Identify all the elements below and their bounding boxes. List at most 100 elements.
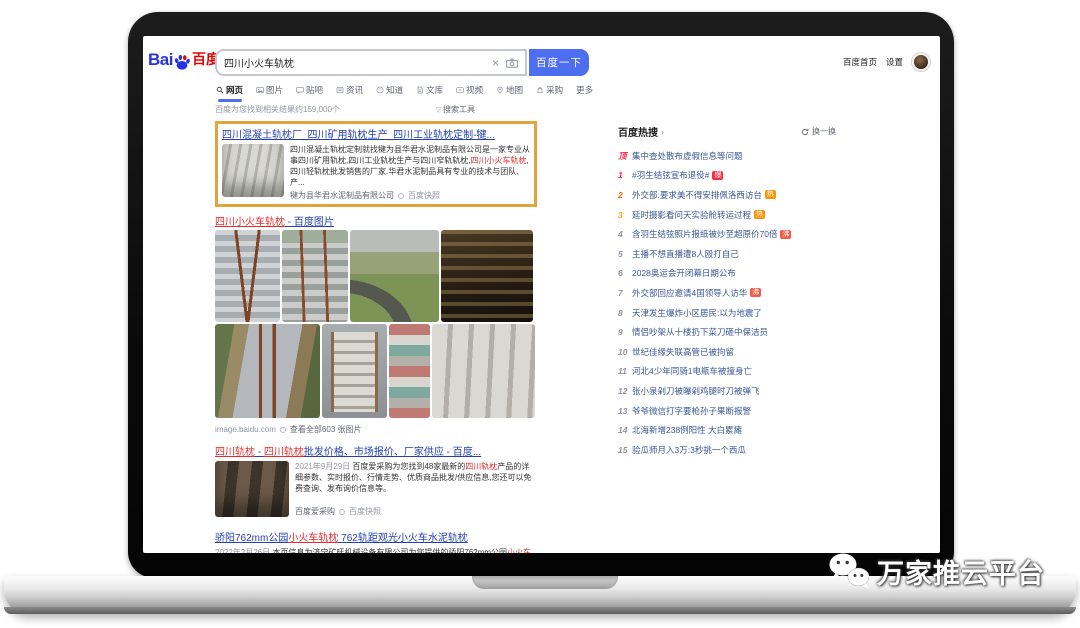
baidu-logo[interactable]: Bai 百度 [148,49,220,70]
watermark: 万家推云平台 [826,551,1045,591]
hot-label[interactable]: #羽生结弦宣布退役# [632,169,709,181]
result-item: 四川轨枕 - 四川轨枕批发价格、市场报价、厂家供应 - 百度... 2021年9… [215,443,537,517]
tab-map[interactable]: 地图 [496,84,523,96]
hot-search-item[interactable]: 1#羽生结弦宣布退役#爆 [618,166,836,186]
hot-search-item[interactable]: 15验瓜师月入3万:3秒挑一个西瓜 [618,440,836,460]
hot-rank: 4 [618,229,632,239]
camera-icon[interactable] [506,58,518,68]
hot-search-item[interactable]: 5主播不想直播遭8人殴打自己 [618,244,836,264]
hot-search-item[interactable]: 2外交部:要求美不得安排佩洛西访台热 [618,185,836,205]
tab-label: 知道 [386,84,403,96]
result-thumbnail[interactable] [215,461,289,517]
result-title[interactable]: 四川混凝土轨枕厂_四川矿用轨枕生产_四川工业轨枕定制-犍... [222,126,530,141]
tab-web[interactable]: 网页 [216,84,243,96]
hot-search-item[interactable]: 11河北4少年同骑1电瓶车被撞身亡 [618,362,836,382]
hot-label[interactable]: 河北4少年同骑1电瓶车被撞身亡 [632,365,752,377]
hot-search-title[interactable]: 百度热搜 [618,124,658,139]
tab-zhidao[interactable]: ? 知道 [376,84,403,96]
tab-tieba[interactable]: 贴吧 [296,84,323,96]
tab-news[interactable]: 资讯 [336,84,363,96]
image-thumbnail[interactable] [282,230,348,322]
hot-rank: 13 [618,406,632,416]
search-box[interactable]: × [215,49,527,76]
hot-search-item[interactable]: 9情侣吵架从十楼扔下菜刀砸中保洁员 [618,322,836,342]
tab-label: 图片 [266,84,283,96]
hot-label[interactable]: 外交部:要求美不得安排佩洛西访台 [632,189,762,201]
text-segment: 骄阳762mm公园 [215,533,288,544]
hot-search-item[interactable]: 12张小泉剁刀被曝剁鸡腿时刀被弹飞 [618,381,836,401]
hot-search-item[interactable]: 顶集中查处散布虚假信息等问题 [618,146,836,166]
text-segment: 四川小火车轨枕 [215,217,285,228]
hot-search-item[interactable]: 14北海新增238例阳性 大白累瘫 [618,420,836,440]
image-thumbnail[interactable] [350,230,439,322]
hot-rank: 7 [618,288,632,298]
text-segment: 四川轨枕 [465,462,497,471]
results-column: 四川混凝土轨枕厂_四川矿用轨枕生产_四川工业轨枕定制-犍... 四川混凝土轨枕定… [215,121,537,553]
filter-icon: ▽ [436,107,441,114]
refresh-button[interactable]: 换一换 [801,126,836,137]
result-description: 四川混凝土轨枕定制就找犍为县华君水泥制品有限公司是一家专业从事四川矿用轨枕,四川… [290,144,530,188]
tab-image[interactable]: 图片 [256,84,283,96]
clear-icon[interactable]: × [492,57,499,69]
tab-label: 网页 [226,84,243,96]
result-source[interactable]: 犍为县华君水泥制品有限公司 [290,190,394,201]
text-segment: 百度爱采购为您找到48家最新的 [352,462,465,471]
text-segment: 2022年2月26日 [215,548,272,553]
baidu-paw-icon [172,52,192,72]
image-section-title[interactable]: 四川小火车轨枕 - 百度图片 [215,213,537,228]
hot-label[interactable]: 2028奥运会开闭幕日期公布 [632,267,736,279]
hot-badge: 爆 [712,171,723,180]
hot-rank: 3 [618,210,632,220]
hot-search-item[interactable]: 8天津发生爆炸小区居民:以为地震了 [618,303,836,323]
hot-label[interactable]: 含羽生结弦照片报纸被炒至超原价70倍 [632,228,777,240]
image-grid-row [215,324,537,418]
snapshot-link[interactable]: 百度快照 [349,506,381,517]
image-thumbnail[interactable] [215,324,320,418]
tab-more[interactable]: 更多 [576,84,593,96]
scene: Bai 百度 × 百度一下 [0,0,1080,628]
search-input[interactable] [224,57,485,68]
hot-label[interactable]: 延时摄影看问天实验舱转运过程 [632,209,751,221]
view-all-images-link[interactable]: 查看全部603 张图片 [290,424,362,435]
result-item-highlighted: 四川混凝土轨枕厂_四川矿用轨枕生产_四川工业轨枕定制-犍... 四川混凝土轨枕定… [215,121,537,207]
tab-caigou[interactable]: 采购 [536,84,563,96]
user-avatar[interactable] [912,53,930,71]
hot-label[interactable]: 天津发生爆炸小区居民:以为地震了 [632,307,762,319]
baidu-home-link[interactable]: 百度首页 [843,56,877,68]
tab-video[interactable]: 视频 [456,84,483,96]
hot-label[interactable]: 情侣吵架从十楼扔下菜刀砸中保洁员 [632,326,768,338]
tab-wenku[interactable]: 文库 [416,84,443,96]
hot-search-item[interactable]: 62028奥运会开闭幕日期公布 [618,264,836,284]
hot-search-item[interactable]: 4含羽生结弦照片报纸被炒至超原价70倍沸 [618,224,836,244]
image-thumbnail[interactable] [441,230,533,322]
hot-search-item[interactable]: 7外交部回应邀请4国领导人访华沸 [618,283,836,303]
result-source[interactable]: 百度爱采购 [295,506,335,517]
hot-search-item[interactable]: 3延时摄影看问天实验舱转运过程热 [618,205,836,225]
snapshot-link[interactable]: 百度快照 [408,190,440,201]
hot-rank: 2 [618,190,632,200]
image-thumbnail[interactable] [215,230,280,322]
result-title[interactable]: 四川轨枕 - 四川轨枕批发价格、市场报价、厂家供应 - 百度... [215,443,537,458]
image-thumbnail[interactable] [389,324,430,418]
hot-label[interactable]: 世纪佳缘失联高管已被拘留 [632,346,734,358]
image-thumbnail[interactable] [322,324,387,418]
result-description: 2022年2月26日 本页信息为济宁矿旺机械设备有限公司为您提供的骄阳762mm… [215,547,537,553]
search-tools-button[interactable]: ▽搜索工具 [436,104,475,115]
hot-label[interactable]: 集中查处散布虚假信息等问题 [632,150,743,162]
settings-link[interactable]: 设置 [886,56,903,68]
svg-text:?: ? [379,88,382,93]
result-thumbnail[interactable] [222,144,284,197]
hot-label[interactable]: 外交部回应邀请4国领导人访华 [632,287,747,299]
search-button[interactable]: 百度一下 [529,49,589,76]
image-thumbnail[interactable] [432,324,535,418]
hot-search-item[interactable]: 10世纪佳缘失联高管已被拘留 [618,342,836,362]
hot-search-item[interactable]: 13爷爷微信打字要枪孙子果断报警 [618,401,836,421]
hot-label[interactable]: 张小泉剁刀被曝剁鸡腿时刀被弹飞 [632,385,760,397]
hot-label[interactable]: 爷爷微信打字要枪孙子果断报警 [632,405,751,417]
hot-rank: 5 [618,249,632,259]
result-title[interactable]: 骄阳762mm公园小火车轨枕 762轨距观光小火车水泥轨枕 [215,529,537,544]
hot-label[interactable]: 北海新增238例阳性 大白累瘫 [632,424,742,436]
hot-label[interactable]: 验瓜师月入3万:3秒挑一个西瓜 [632,444,746,456]
hot-rank: 11 [618,366,632,376]
hot-label[interactable]: 主播不想直播遭8人殴打自己 [632,248,739,260]
